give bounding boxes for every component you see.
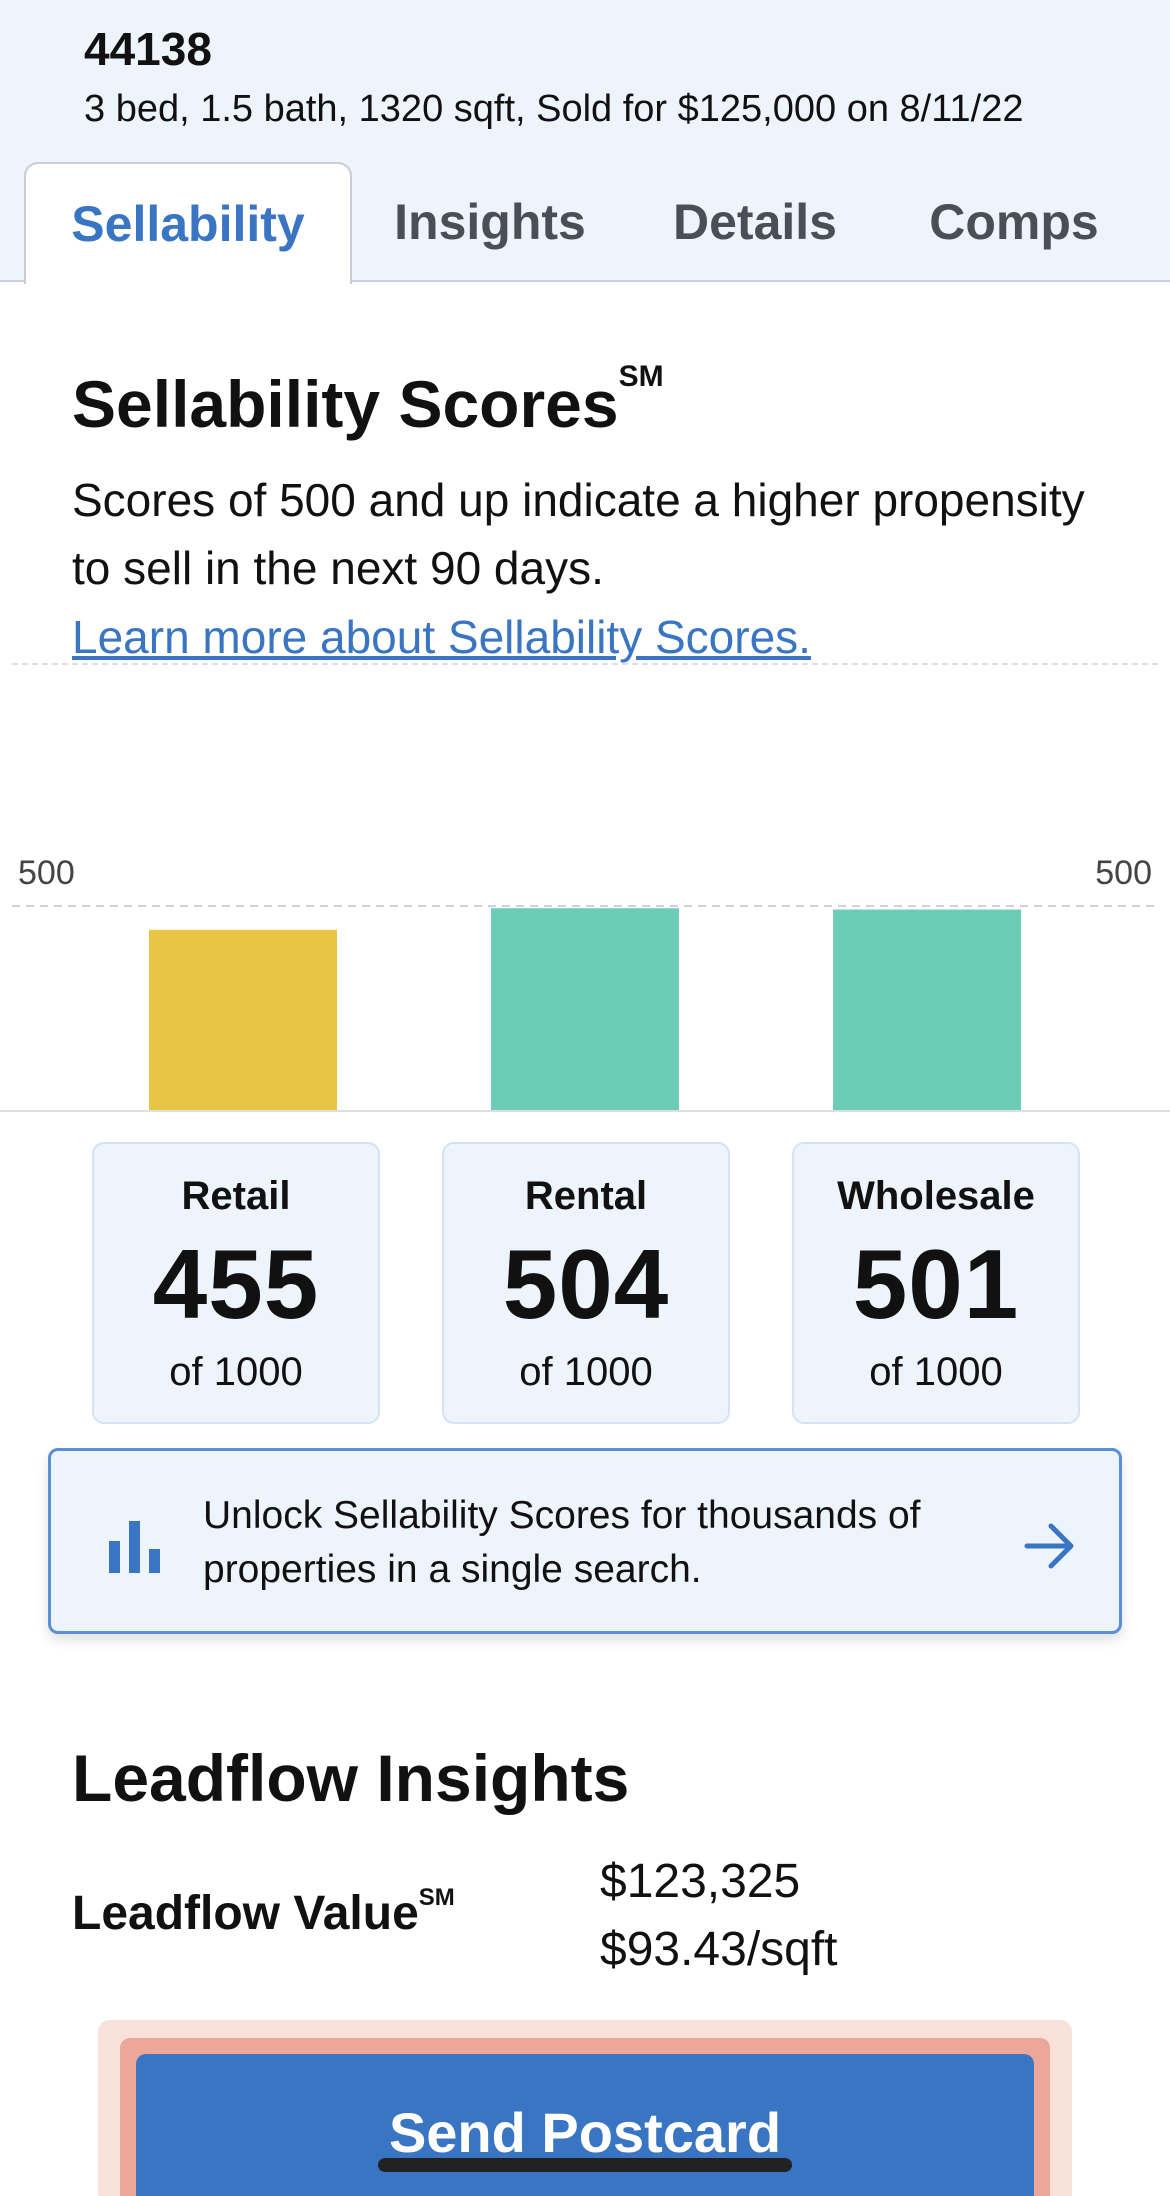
score-value: 504 — [502, 1229, 670, 1339]
score-card-rental: Rental 504 of 1000 — [442, 1142, 730, 1424]
property-summary: 3 bed, 1.5 bath, 1320 sqft, Sold for $12… — [84, 88, 1024, 130]
service-mark: SM — [618, 360, 664, 393]
score-max: of 1000 — [519, 1350, 653, 1394]
send-postcard-button[interactable]: Send Postcard — [136, 2054, 1034, 2196]
divider — [12, 663, 1158, 665]
leadflow-value-label: Leadflow ValueSM — [72, 1884, 455, 1941]
property-header: 44138 3 bed, 1.5 bath, 1320 sqft, Sold f… — [0, 0, 1170, 284]
leadflow-price-per-sqft: $93.43/sqft — [600, 1923, 838, 1976]
sellability-chart-svg: 500 500 — [0, 854, 1170, 1112]
sellability-description: Scores of 500 and up indicate a higher p… — [72, 474, 1085, 594]
tab-label: Comps — [929, 194, 1099, 250]
score-max: of 1000 — [869, 1350, 1003, 1394]
tab-comps[interactable]: Comps — [904, 162, 1124, 282]
score-value: 501 — [852, 1229, 1020, 1339]
reference-label-right: 500 — [1095, 854, 1152, 892]
score-value: 455 — [152, 1229, 320, 1339]
send-postcard-label: Send Postcard — [388, 2101, 782, 2164]
unlock-banner[interactable]: Unlock Sellability Scores for thousands … — [48, 1448, 1122, 1634]
score-label: Rental — [524, 1174, 648, 1218]
tab-sellability[interactable]: Sellability — [24, 162, 352, 284]
arrow-right-icon[interactable] — [1021, 1517, 1079, 1575]
score-max: of 1000 — [169, 1350, 303, 1394]
score-label: Retail — [181, 1174, 291, 1218]
tab-label: Sellability — [71, 196, 305, 252]
bar-rental — [491, 908, 679, 1110]
tab-label: Insights — [394, 194, 586, 250]
learn-more-link[interactable]: Learn more about Sellability Scores. — [72, 610, 811, 664]
leadflow-value: $123,325 — [600, 1855, 801, 1908]
sellability-title: Sellability ScoresSM — [72, 360, 664, 442]
bar-chart-icon — [109, 1521, 160, 1573]
tab-label: Details — [673, 194, 837, 250]
service-mark: SM — [418, 1884, 455, 1911]
score-label: Wholesale — [837, 1174, 1035, 1218]
property-zip: 44138 — [84, 23, 212, 75]
score-card-retail: Retail 455 of 1000 — [92, 1142, 380, 1424]
sellability-title-text: Sellability Scores — [72, 367, 619, 441]
reference-label-left: 500 — [18, 854, 75, 892]
home-indicator[interactable] — [378, 2158, 792, 2172]
bar-retail — [149, 929, 337, 1110]
tab-insights[interactable]: Insights — [380, 162, 600, 282]
unlock-text: Unlock Sellability Scores for thousands … — [203, 1494, 921, 1591]
leadflow-title: Leadflow Insights — [72, 1741, 630, 1815]
bar-wholesale — [833, 909, 1021, 1110]
sellability-chart: 500 500 — [0, 820, 1170, 1114]
tab-details[interactable]: Details — [650, 162, 860, 282]
leadflow-value-label-text: Leadflow Value — [72, 1887, 419, 1940]
score-card-wholesale: Wholesale 501 of 1000 — [792, 1142, 1080, 1424]
